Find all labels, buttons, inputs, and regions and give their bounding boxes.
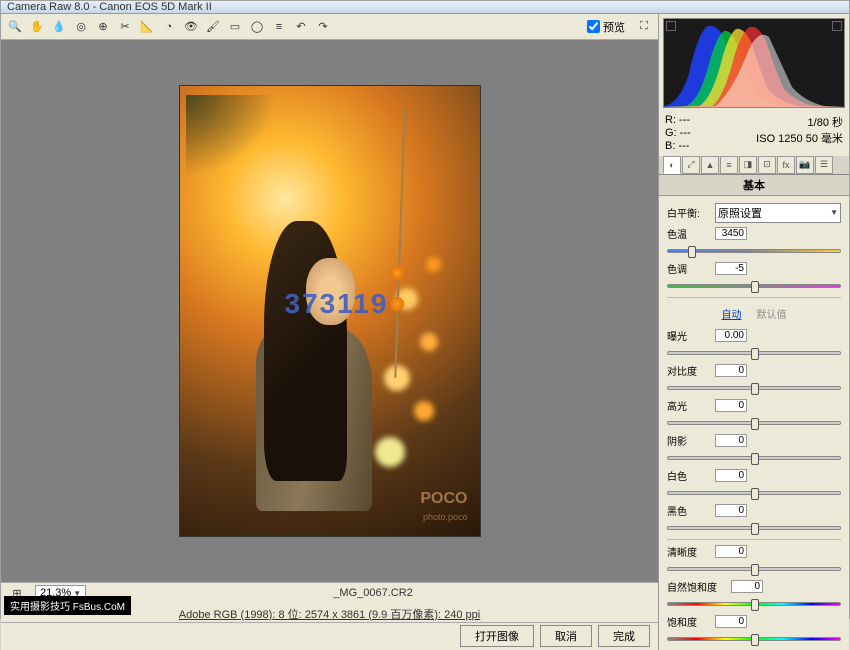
tint-slider[interactable] [667, 279, 841, 293]
panel-title: 基本 [659, 175, 849, 196]
saturation-label: 饱和度 [667, 614, 711, 629]
highlights-slider[interactable] [667, 416, 841, 430]
iso-focal-value: ISO 1250 50 毫米 [756, 130, 843, 146]
spot-tool-icon[interactable]: ◔ [159, 17, 179, 37]
basic-panel: 白平衡: 原照设置▼ 色温 色调 自动 默认值 [659, 196, 849, 650]
shadows-slider[interactable] [667, 451, 841, 465]
fullscreen-icon[interactable]: ⛶ [634, 17, 654, 37]
exposure-value[interactable] [715, 329, 747, 342]
done-button[interactable]: 完成 [598, 625, 650, 647]
blacks-slider[interactable] [667, 521, 841, 535]
filename: _MG_0067.CR2 [94, 587, 652, 599]
vibrance-label: 自然饱和度 [667, 579, 727, 594]
tab-hsl[interactable]: ≡ [720, 156, 738, 174]
tab-curve[interactable]: ⤢ [682, 156, 700, 174]
photo-preview: 373119 POCO photo.poco [180, 86, 480, 536]
temp-label: 色温 [667, 226, 711, 241]
r-value: R: --- [665, 114, 691, 127]
zoom-tool-icon[interactable]: 🔍 [5, 17, 25, 37]
poco-watermark: POCO [420, 490, 467, 508]
auto-link[interactable]: 自动 [721, 310, 741, 321]
b-value: B: --- [665, 140, 691, 153]
highlight-clip-icon[interactable] [832, 21, 842, 31]
tab-strip: ◐ ⤢ ▲ ≡ ◨ ⊡ fx 📷 ☰ [659, 156, 849, 175]
preview-checkbox[interactable] [587, 20, 600, 33]
clarity-value[interactable] [715, 545, 747, 558]
wb-select[interactable]: 原照设置▼ [715, 203, 841, 223]
shutter-value: 1/80 秒 [756, 114, 843, 130]
exposure-slider[interactable] [667, 346, 841, 360]
toolbar: 🔍 ✋ 💧 ◎ ⊕ ✂ 📐 ◔ 👁 🖌 ▭ ◯ ≡ ↶ ↷ 预览 ⛶ [1, 14, 658, 40]
hand-tool-icon[interactable]: ✋ [27, 17, 47, 37]
straighten-tool-icon[interactable]: 📐 [137, 17, 157, 37]
rgb-readout: R: --- G: --- B: --- 1/80 秒 ISO 1250 50 … [659, 112, 849, 156]
tab-basic[interactable]: ◐ [663, 156, 681, 174]
adjust-brush-icon[interactable]: 🖌 [203, 17, 223, 37]
blacks-value[interactable] [715, 504, 747, 517]
saturation-slider[interactable] [667, 632, 841, 646]
vibrance-value[interactable] [731, 580, 763, 593]
site-watermark: 实用摄影技巧 FsBus.CoM [4, 596, 131, 615]
temp-value[interactable] [715, 227, 747, 240]
tint-value[interactable] [715, 262, 747, 275]
right-panel: R: --- G: --- B: --- 1/80 秒 ISO 1250 50 … [659, 14, 849, 650]
redeye-tool-icon[interactable]: 👁 [181, 17, 201, 37]
tint-label: 色调 [667, 261, 711, 276]
target-tool-icon[interactable]: ⊕ [93, 17, 113, 37]
contrast-label: 对比度 [667, 363, 711, 378]
default-link[interactable]: 默认值 [757, 310, 787, 321]
tab-camera[interactable]: 📷 [796, 156, 814, 174]
open-image-button[interactable]: 打开图像 [460, 625, 534, 647]
prefs-icon[interactable]: ≡ [269, 17, 289, 37]
radial-filter-icon[interactable]: ◯ [247, 17, 267, 37]
cancel-button[interactable]: 取消 [540, 625, 592, 647]
whites-slider[interactable] [667, 486, 841, 500]
clarity-slider[interactable] [667, 562, 841, 576]
sampler-tool-icon[interactable]: ◎ [71, 17, 91, 37]
crop-tool-icon[interactable]: ✂ [115, 17, 135, 37]
highlights-value[interactable] [715, 399, 747, 412]
tab-split[interactable]: ◨ [739, 156, 757, 174]
preview-label: 预览 [603, 19, 625, 35]
rotate-cw-icon[interactable]: ↷ [313, 17, 333, 37]
blacks-label: 黑色 [667, 503, 711, 518]
tab-detail[interactable]: ▲ [701, 156, 719, 174]
whites-label: 白色 [667, 468, 711, 483]
contrast-value[interactable] [715, 364, 747, 377]
rotate-ccw-icon[interactable]: ↶ [291, 17, 311, 37]
histogram[interactable] [663, 18, 845, 108]
exposure-label: 曝光 [667, 328, 711, 343]
contrast-slider[interactable] [667, 381, 841, 395]
shadows-value[interactable] [715, 434, 747, 447]
grad-filter-icon[interactable]: ▭ [225, 17, 245, 37]
watermark-text: 373119 [285, 288, 389, 320]
canvas[interactable]: 373119 POCO photo.poco [1, 40, 658, 582]
whites-value[interactable] [715, 469, 747, 482]
footer: 打开图像 取消 完成 [1, 622, 658, 650]
wb-tool-icon[interactable]: 💧 [49, 17, 69, 37]
shadow-clip-icon[interactable] [666, 21, 676, 31]
saturation-value[interactable] [715, 615, 747, 628]
shadows-label: 阴影 [667, 433, 711, 448]
highlights-label: 高光 [667, 398, 711, 413]
window-title: Camera Raw 8.0 - Canon EOS 5D Mark II [7, 1, 212, 13]
vibrance-slider[interactable] [667, 597, 841, 611]
poco-url: photo.poco [423, 512, 468, 522]
titlebar: Camera Raw 8.0 - Canon EOS 5D Mark II [1, 1, 849, 14]
tab-fx[interactable]: fx [777, 156, 795, 174]
g-value: G: --- [665, 127, 691, 140]
tab-lens[interactable]: ⊡ [758, 156, 776, 174]
wb-label: 白平衡: [667, 205, 711, 220]
clarity-label: 清晰度 [667, 544, 711, 559]
chevron-down-icon: ▼ [830, 208, 838, 217]
tab-presets[interactable]: ☰ [815, 156, 833, 174]
temp-slider[interactable] [667, 244, 841, 258]
